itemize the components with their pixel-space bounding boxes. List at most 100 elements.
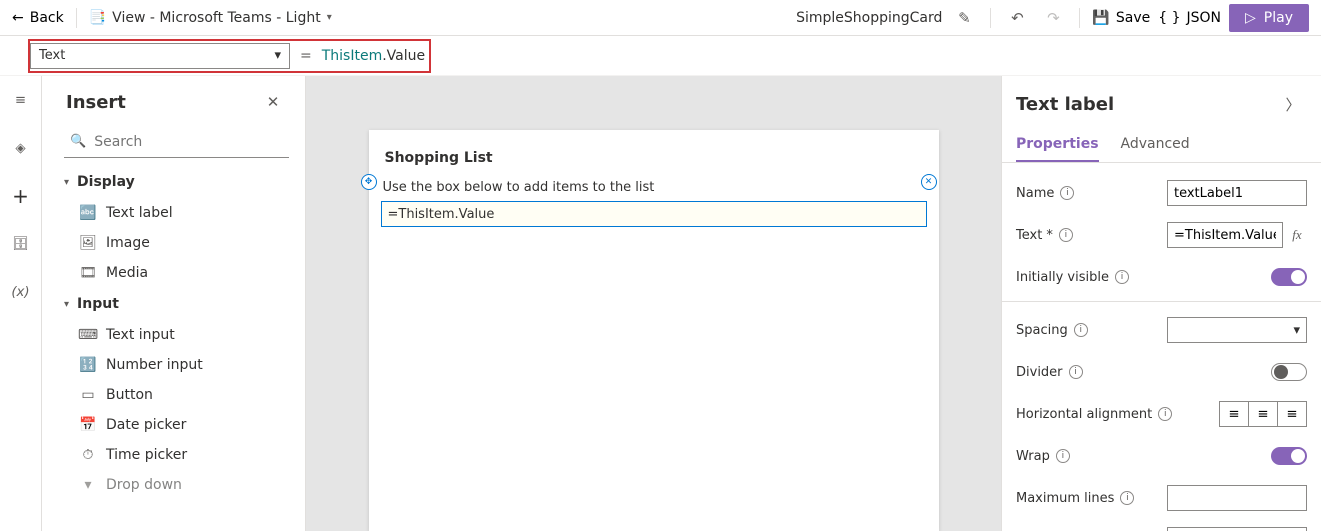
date-picker-icon: 📅 — [80, 417, 96, 433]
close-insert-button[interactable]: ✕ — [259, 88, 287, 116]
chevron-down-icon: ▾ — [1293, 323, 1300, 338]
expr-property: .Value — [382, 48, 425, 64]
info-icon[interactable]: i — [1074, 323, 1088, 337]
insert-item-media[interactable]: 🎞 Media — [42, 258, 305, 288]
prop-initially-visible-toggle[interactable] — [1271, 268, 1307, 286]
info-icon[interactable]: i — [1115, 270, 1129, 284]
theme-label: View - Microsoft Teams - Light — [112, 10, 321, 26]
prop-name-label: Namei — [1016, 186, 1074, 201]
prop-name-input[interactable] — [1167, 180, 1307, 206]
play-button[interactable]: ▷ Play — [1229, 4, 1309, 32]
prop-text-input[interactable] — [1167, 222, 1283, 248]
insert-search[interactable]: 🔍 — [64, 126, 289, 158]
tab-advanced[interactable]: Advanced — [1121, 128, 1190, 162]
plus-icon: + — [12, 184, 29, 208]
prop-initially-visible-label: Initially visiblei — [1016, 270, 1129, 285]
expand-properties-button[interactable]: 〉 — [1279, 90, 1307, 118]
prop-halign-label: Horizontal alignmenti — [1016, 407, 1172, 422]
save-button[interactable]: 💾 Save — [1092, 10, 1150, 26]
insert-item-number-input[interactable]: 🔢 Number input — [42, 350, 305, 380]
move-icon: ✥ — [365, 177, 373, 187]
align-left-button[interactable]: ≡ — [1219, 401, 1249, 427]
rail-layers-button[interactable]: ◈ — [5, 132, 37, 164]
info-icon[interactable]: i — [1060, 186, 1074, 200]
card-text-label-element[interactable]: =ThisItem.Value — [381, 201, 927, 227]
tab-properties[interactable]: Properties — [1016, 128, 1099, 162]
chevron-down-icon: ▾ — [274, 48, 281, 63]
insert-item-date-picker[interactable]: 📅 Date picker — [42, 410, 305, 440]
info-icon[interactable]: i — [1158, 407, 1172, 421]
prop-maxlines-label: Maximum linesi — [1016, 491, 1134, 506]
canvas[interactable]: Shopping List Use the box below to add i… — [306, 76, 1001, 531]
back-button[interactable]: ← Back — [12, 10, 64, 26]
pencil-icon: ✎ — [958, 9, 971, 27]
redo-button[interactable]: ↷ — [1039, 4, 1067, 32]
json-icon: { } — [1158, 10, 1180, 26]
teams-icon: 📑 — [89, 10, 106, 26]
align-center-button[interactable]: ≡ — [1248, 401, 1278, 427]
insert-item-time-picker[interactable]: ⏱ Time picker — [42, 440, 305, 470]
formula-highlight: Text ▾ = ThisItem.Value — [28, 39, 431, 73]
insert-title: Insert — [66, 92, 126, 113]
prop-text-label: Text *i — [1016, 228, 1073, 243]
json-button[interactable]: { } JSON — [1158, 10, 1221, 26]
chevron-down-icon: ▾ — [327, 12, 332, 23]
info-icon[interactable]: i — [1059, 228, 1073, 242]
edit-app-name-button[interactable]: ✎ — [950, 4, 978, 32]
top-command-bar: ← Back 📑 View - Microsoft Teams - Light … — [0, 0, 1321, 36]
insert-item-image[interactable]: 🖼 Image — [42, 228, 305, 258]
redo-icon: ↷ — [1047, 9, 1060, 27]
back-label: Back — [30, 10, 64, 26]
property-selector-label: Text — [39, 48, 65, 63]
save-icon: 💾 — [1092, 10, 1109, 26]
info-icon[interactable]: i — [1056, 449, 1070, 463]
drop-down-icon: ▾ — [80, 477, 96, 493]
rail-data-button[interactable]: 🗄 — [5, 228, 37, 260]
text-input-icon: ⌨ — [80, 327, 96, 343]
close-icon: ✕ — [925, 177, 933, 187]
info-icon[interactable]: i — [1120, 491, 1134, 505]
equals-icon: = — [298, 48, 314, 64]
formula-expression[interactable]: ThisItem.Value — [322, 48, 425, 64]
card-title: Shopping List — [381, 150, 927, 166]
align-right-button[interactable]: ≡ — [1277, 401, 1307, 427]
insert-item-drop-down[interactable]: ▾ Drop down — [42, 470, 305, 500]
back-arrow-icon: ← — [12, 10, 24, 26]
prop-divider-label: Divideri — [1016, 365, 1083, 380]
section-input[interactable]: ▾ Input — [42, 288, 305, 320]
move-handle[interactable]: ✥ — [361, 174, 377, 190]
property-selector[interactable]: Text ▾ — [30, 43, 290, 69]
undo-icon: ↶ — [1011, 9, 1024, 27]
app-name: SimpleShoppingCard ✎ — [796, 4, 978, 32]
insert-item-text-input[interactable]: ⌨ Text input — [42, 320, 305, 350]
insert-search-input[interactable] — [94, 134, 283, 150]
prop-height-select[interactable]: ▾ — [1167, 527, 1307, 531]
align-right-icon: ≡ — [1286, 407, 1297, 422]
play-icon: ▷ — [1245, 10, 1256, 26]
insert-item-button[interactable]: ▭ Button — [42, 380, 305, 410]
info-icon[interactable]: i — [1069, 365, 1083, 379]
fx-button[interactable]: fx — [1287, 222, 1307, 248]
prop-spacing-label: Spacingi — [1016, 323, 1088, 338]
section-display[interactable]: ▾ Display — [42, 166, 305, 198]
insert-item-text-label[interactable]: 🔤 Text label — [42, 198, 305, 228]
separator — [990, 8, 991, 28]
prop-wrap-toggle[interactable] — [1271, 447, 1307, 465]
image-icon: 🖼 — [80, 235, 96, 251]
theme-dropdown[interactable]: 📑 View - Microsoft Teams - Light ▾ — [89, 10, 332, 26]
delete-handle[interactable]: ✕ — [921, 174, 937, 190]
rail-insert-button[interactable]: + — [5, 180, 37, 212]
card-field-value: =ThisItem.Value — [388, 207, 495, 222]
separator — [76, 8, 77, 28]
shopping-card[interactable]: Shopping List Use the box below to add i… — [369, 130, 939, 531]
number-input-icon: 🔢 — [80, 357, 96, 373]
rail-variables-button[interactable]: (x) — [5, 276, 37, 308]
close-icon: ✕ — [267, 93, 280, 111]
hamburger-icon: ≡ — [15, 93, 26, 108]
undo-button[interactable]: ↶ — [1003, 4, 1031, 32]
prop-maxlines-input[interactable] — [1167, 485, 1307, 511]
prop-spacing-select[interactable]: ▾ — [1167, 317, 1307, 343]
formula-bar: Text ▾ = ThisItem.Value — [0, 36, 1321, 76]
prop-divider-toggle[interactable] — [1271, 363, 1307, 381]
rail-tree-button[interactable]: ≡ — [5, 84, 37, 116]
